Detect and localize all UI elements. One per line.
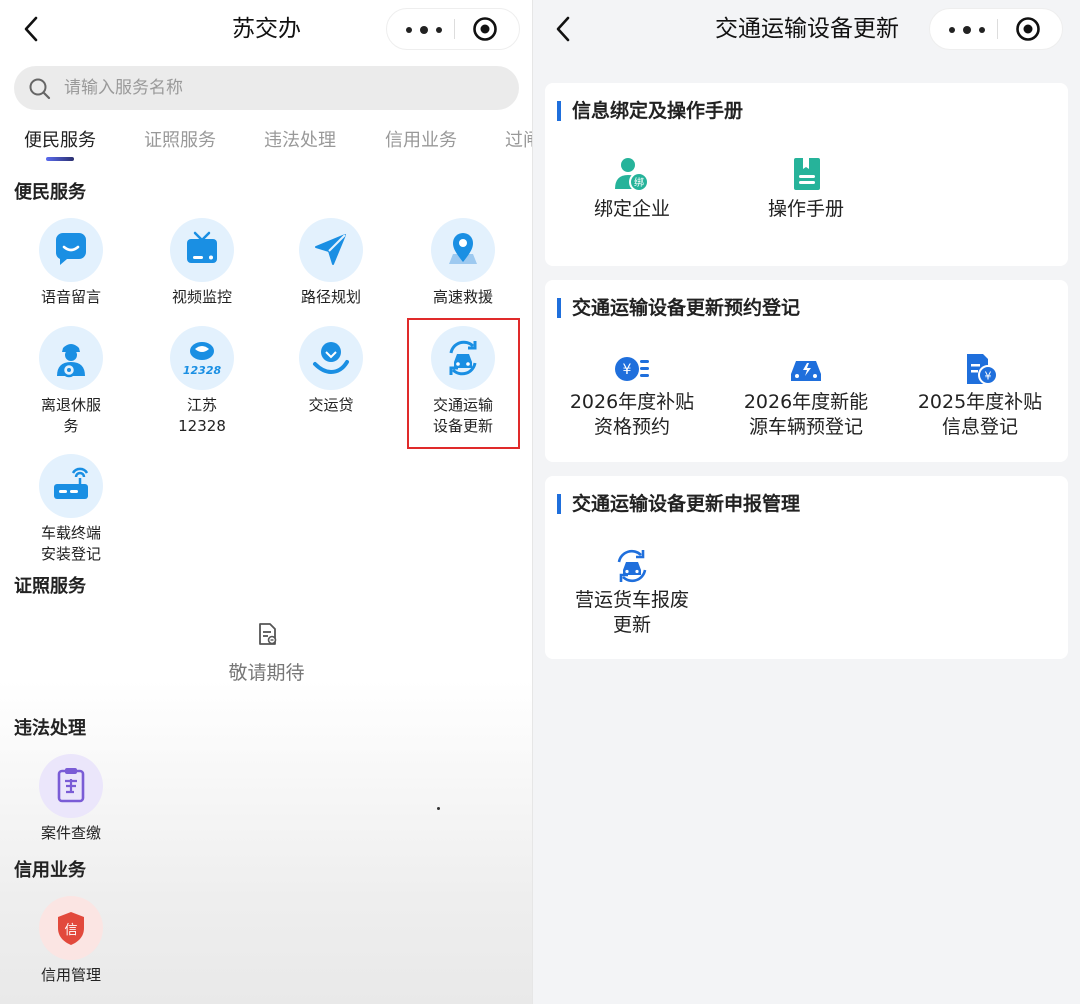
service-label: 江苏 12328 xyxy=(178,396,226,435)
service-label: 交运贷 xyxy=(308,396,354,414)
more-options-icon[interactable] xyxy=(401,9,457,49)
back-icon[interactable] xyxy=(552,14,576,44)
left-screen: 苏交办 请输入服务名称 便民服务 证照服务 违法处理 信用业务 过闸 便民服务 … xyxy=(0,0,533,1004)
svg-text:¥: ¥ xyxy=(985,370,992,383)
right-navbar: 交通运输设备更新 xyxy=(533,0,1080,58)
svg-text:¥: ¥ xyxy=(623,362,632,378)
section-title-credit: 信用业务 xyxy=(14,860,86,881)
tab-credit[interactable]: 信用业务 xyxy=(385,128,457,154)
service-label: 离退休服 务 xyxy=(40,396,101,435)
more-options-icon[interactable] xyxy=(944,9,1000,49)
tv-icon xyxy=(170,218,234,282)
section-title-convenience: 便民服务 xyxy=(14,182,86,203)
service-retiree[interactable]: 离退休服 务 xyxy=(16,326,126,437)
service-label: 高速救援 xyxy=(432,288,493,306)
service-credit-management[interactable]: 信 信用管理 xyxy=(16,896,126,986)
right-screen: 交通运输设备更新 信息绑定及操作手册 绑 绑定企业 操作手册 交通运输设备更新预… xyxy=(533,0,1080,1004)
coming-soon: 敬请期待 xyxy=(0,622,533,685)
service-video-monitor[interactable]: 视频监控 xyxy=(147,218,257,308)
mini-program-capsule xyxy=(929,8,1063,50)
item-label: 2026年度新能 源车辆预登记 xyxy=(743,391,869,438)
document-yen-icon: ¥ xyxy=(967,354,998,385)
card-binding-manual: 信息绑定及操作手册 绑 绑定企业 操作手册 xyxy=(545,83,1068,266)
card-title: 信息绑定及操作手册 xyxy=(572,100,744,122)
subsidy-yen-icon: ¥ xyxy=(615,357,649,381)
close-target-icon[interactable] xyxy=(1015,16,1041,42)
navigation-arrow-icon xyxy=(299,218,363,282)
highlight-box xyxy=(407,318,520,449)
loan-hand-icon xyxy=(299,326,363,390)
tab-convenience[interactable]: 便民服务 xyxy=(24,128,96,154)
section-accent-bar xyxy=(557,101,561,121)
section-accent-bar xyxy=(557,298,561,318)
section-accent-bar xyxy=(557,494,561,514)
subsidy-2026-item[interactable]: ¥ 2026年度补贴 资格预约 xyxy=(547,352,717,440)
truck-scrap-renewal-item[interactable]: 营运货车报废 更新 xyxy=(547,548,717,638)
service-label: 车载终端 安装登记 xyxy=(40,524,101,563)
service-jiangsu-12328[interactable]: 12328 江苏 12328 xyxy=(147,326,257,437)
card-reservation: 交通运输设备更新预约登记 ¥ 2026年度补贴 资格预约 2026年度新能 源车… xyxy=(545,280,1068,462)
tab-license[interactable]: 证照服务 xyxy=(144,128,216,154)
search-bar[interactable]: 请输入服务名称 xyxy=(14,66,519,110)
bind-enterprise-item[interactable]: 绑 绑定企业 xyxy=(547,155,717,222)
tab-lock-passage[interactable]: 过闸 xyxy=(505,128,533,154)
service-label: 路径规划 xyxy=(300,288,361,306)
manual-item[interactable]: 操作手册 xyxy=(721,155,891,222)
hotline-12328-icon: 12328 xyxy=(170,326,234,390)
search-input[interactable]: 请输入服务名称 xyxy=(64,66,183,110)
retiree-icon xyxy=(39,326,103,390)
service-label: 信用管理 xyxy=(40,966,101,984)
tab-violation[interactable]: 违法处理 xyxy=(264,128,336,154)
stray-dot xyxy=(437,807,440,810)
empty-document-icon xyxy=(258,623,276,645)
search-icon xyxy=(28,77,52,105)
section-title-violation: 违法处理 xyxy=(14,718,86,739)
page-title: 交通运输设备更新 xyxy=(715,16,899,42)
subsidy-2025-item[interactable]: ¥ 2025年度补贴 信息登记 xyxy=(895,352,1065,440)
item-label: 操作手册 xyxy=(767,198,844,220)
credit-shield-icon: 信 xyxy=(39,896,103,960)
coming-soon-text: 敬请期待 xyxy=(228,662,305,684)
service-voice-message[interactable]: 语音留言 xyxy=(16,218,126,308)
service-transport-loan[interactable]: 交运贷 xyxy=(276,326,386,416)
close-target-icon[interactable] xyxy=(472,16,498,42)
map-pin-icon xyxy=(431,218,495,282)
new-energy-vehicle-item[interactable]: 2026年度新能 源车辆预登记 xyxy=(721,352,891,440)
item-label: 营运货车报废 更新 xyxy=(574,589,689,636)
truck-scrap-renew-icon xyxy=(617,549,647,583)
item-label: 绑定企业 xyxy=(593,198,670,220)
service-highway-rescue[interactable]: 高速救援 xyxy=(408,218,518,308)
service-route-planning[interactable]: 路径规划 xyxy=(276,218,386,308)
bind-enterprise-icon: 绑 xyxy=(615,158,649,192)
left-navbar: 苏交办 xyxy=(0,0,533,58)
manual-book-icon xyxy=(794,158,820,190)
service-terminal-registration[interactable]: 车载终端 安装登记 xyxy=(16,454,126,565)
svg-text:12328: 12328 xyxy=(183,364,222,377)
svg-text:绑: 绑 xyxy=(634,177,644,189)
card-title: 交通运输设备更新申报管理 xyxy=(572,493,801,515)
service-label: 语音留言 xyxy=(40,288,101,306)
active-tab-indicator xyxy=(46,157,74,161)
section-title-license: 证照服务 xyxy=(14,576,86,597)
service-label: 视频监控 xyxy=(171,288,232,306)
terminal-device-icon xyxy=(39,454,103,518)
item-label: 2026年度补贴 资格预约 xyxy=(569,391,695,438)
speech-bubble-icon xyxy=(39,218,103,282)
svg-text:信: 信 xyxy=(64,923,77,938)
item-label: 2025年度补贴 信息登记 xyxy=(917,391,1043,438)
new-energy-car-icon xyxy=(791,361,821,381)
card-application-management: 交通运输设备更新申报管理 营运货车报废 更新 xyxy=(545,476,1068,659)
mini-program-capsule xyxy=(386,8,520,50)
service-label: 案件查缴 xyxy=(40,824,101,842)
case-clipboard-icon xyxy=(39,754,103,818)
service-case-inquiry[interactable]: 案件查缴 xyxy=(16,754,126,844)
card-title: 交通运输设备更新预约登记 xyxy=(572,297,801,319)
